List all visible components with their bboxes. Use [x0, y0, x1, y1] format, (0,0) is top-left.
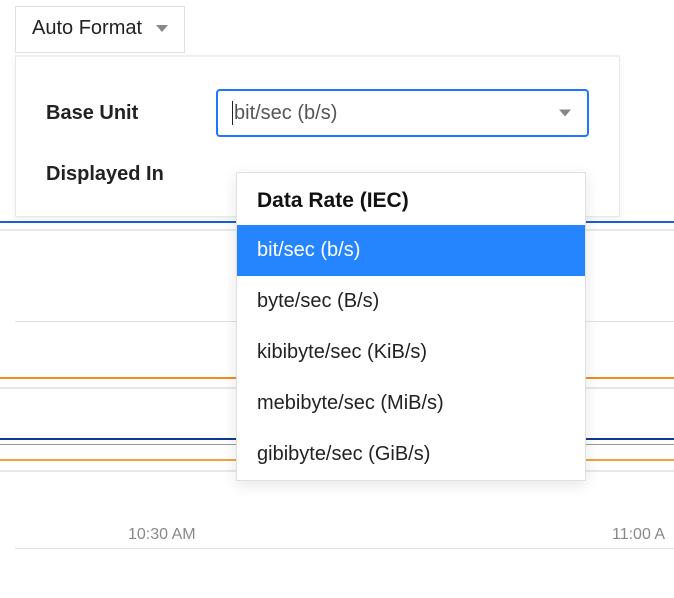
- chart-axis-line: [15, 548, 674, 549]
- chevron-down-icon: [156, 25, 168, 32]
- dropdown-base-unit: Data Rate (IEC) bit/sec (b/s) byte/sec (…: [236, 172, 586, 481]
- label-base-unit: Base Unit: [46, 102, 216, 125]
- select-base-unit-value: bit/sec (b/s): [234, 102, 337, 125]
- tab-label: Auto Format: [32, 17, 142, 40]
- dropdown-option[interactable]: gibibyte/sec (GiB/s): [237, 429, 585, 480]
- dropdown-option[interactable]: mebibyte/sec (MiB/s): [237, 378, 585, 429]
- dropdown-group-header: Data Rate (IEC): [237, 173, 585, 225]
- tab-bar: Auto Format: [15, 6, 185, 53]
- select-base-unit[interactable]: bit/sec (b/s): [216, 89, 589, 137]
- axis-tick-label: 11:00 A: [612, 526, 665, 544]
- row-base-unit: Base Unit bit/sec (b/s): [46, 89, 589, 137]
- dropdown-option[interactable]: kibibyte/sec (KiB/s): [237, 327, 585, 378]
- chevron-down-icon: [559, 110, 571, 117]
- dropdown-option[interactable]: byte/sec (B/s): [237, 276, 585, 327]
- tab-auto-format[interactable]: Auto Format: [15, 6, 185, 53]
- axis-tick-label: 10:30 AM: [128, 526, 196, 544]
- text-cursor: [232, 101, 233, 125]
- dropdown-option[interactable]: bit/sec (b/s): [237, 225, 585, 276]
- label-displayed-in: Displayed In: [46, 163, 216, 186]
